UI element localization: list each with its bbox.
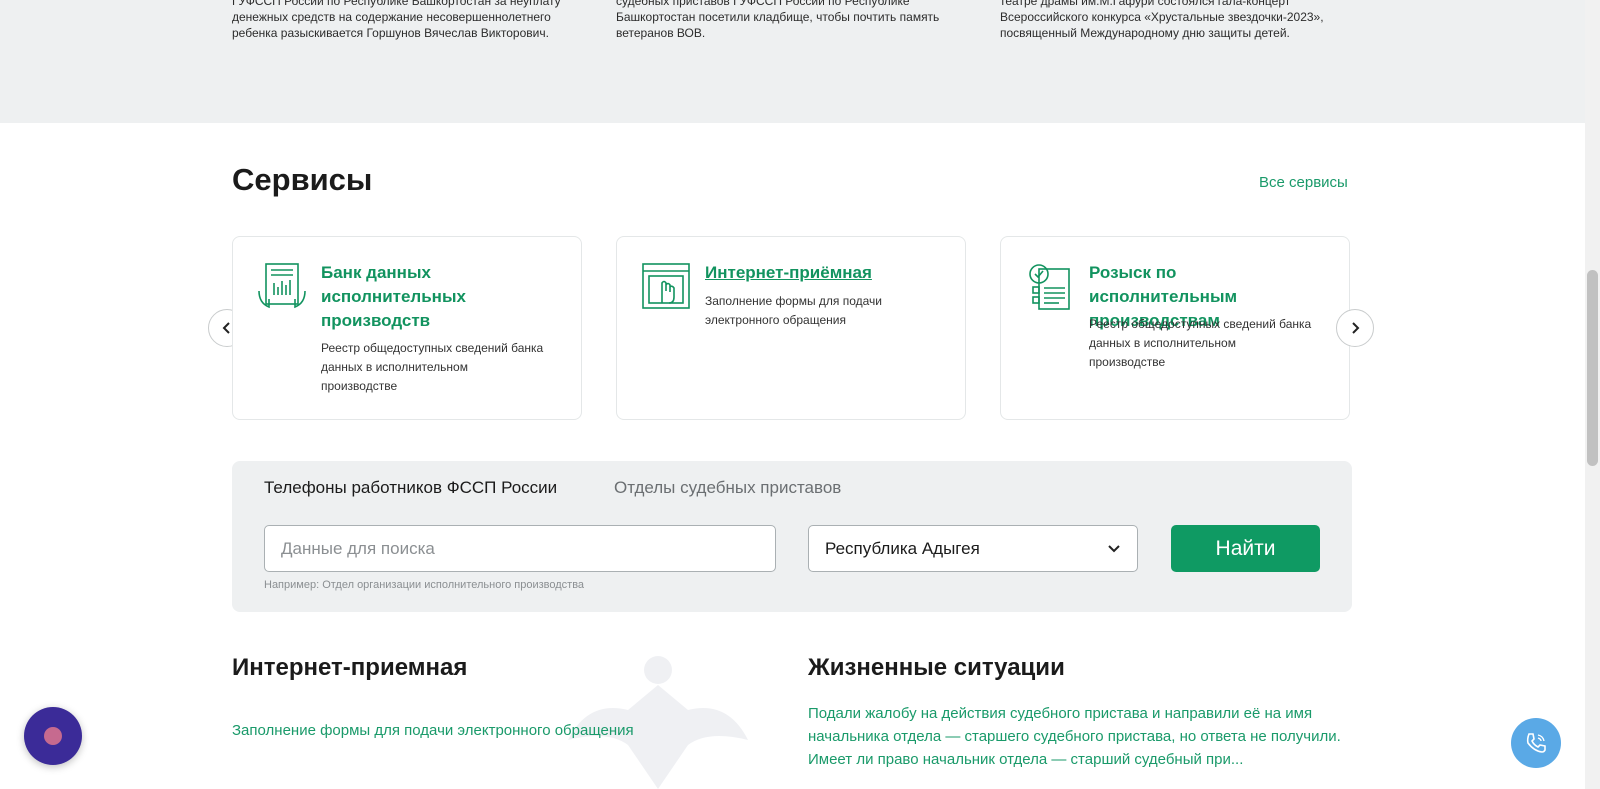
reception-icon (642, 263, 690, 309)
service-card-title[interactable]: Интернет-приёмная (705, 261, 945, 285)
service-card-search[interactable]: Розыск по исполнительным производствам Р… (1000, 236, 1350, 420)
tab-bailiff-departments[interactable]: Отделы судебных приставов (614, 478, 841, 498)
region-select[interactable]: Республика Адыгея (808, 525, 1138, 572)
news-item-1[interactable]: ГУФССП России по Республике Башкортостан… (232, 0, 577, 41)
search-hint: Например: Отдел организации исполнительн… (264, 579, 585, 591)
search-input[interactable] (264, 525, 776, 572)
chevron-right-icon (1352, 322, 1360, 334)
news-item-2[interactable]: судебных приставов ГУФССП России по Респ… (616, 0, 976, 41)
phone-icon (1526, 733, 1546, 753)
scrollbar-thumb[interactable] (1587, 270, 1598, 466)
service-card-bank[interactable]: Банк данных исполнительных производств Р… (232, 236, 582, 420)
chat-widget-button[interactable] (24, 707, 82, 765)
all-services-link[interactable]: Все сервисы (1259, 174, 1348, 191)
tab-employee-phones[interactable]: Телефоны работников ФССП России (264, 478, 557, 498)
service-card-desc: Заполнение формы для подачи электронного… (705, 294, 883, 327)
service-card-title[interactable]: Банк данных исполнительных производств (321, 261, 561, 333)
reception-title: Интернет-приемная (232, 654, 468, 681)
search-docs-icon (1029, 264, 1070, 310)
chevron-down-icon (1108, 544, 1120, 552)
chat-dot-icon (44, 727, 62, 745)
region-select-value: Республика Адыгея (825, 538, 980, 558)
reception-form-link[interactable]: Заполнение формы для подачи электронного… (232, 722, 634, 739)
service-card-desc: Реестр общедоступных сведений банка данн… (321, 341, 544, 393)
bank-data-icon (258, 263, 306, 309)
carousel-next-button[interactable] (1336, 309, 1374, 347)
life-situation-link[interactable]: Подали жалобу на действия судебного прис… (808, 702, 1348, 771)
scrollbar-track[interactable] (1585, 0, 1600, 789)
service-card-desc: Реестр общедоступных сведений банка данн… (1089, 317, 1312, 369)
phone-search-panel: Телефоны работников ФССП России Отделы с… (232, 461, 1352, 612)
life-situations-title: Жизненные ситуации (808, 654, 1065, 681)
find-button[interactable]: Найти (1171, 525, 1320, 572)
news-item-3[interactable]: театре драмы им.М.Гафури состоялся гала-… (1000, 0, 1345, 41)
service-card-reception[interactable]: Интернет-приёмная Заполнение формы для п… (616, 236, 966, 420)
call-widget-button[interactable] (1511, 718, 1561, 768)
services-title: Сервисы (232, 162, 373, 197)
news-strip: ГУФССП России по Республике Башкортостан… (0, 0, 1585, 123)
emblem-watermark-icon (568, 656, 748, 789)
